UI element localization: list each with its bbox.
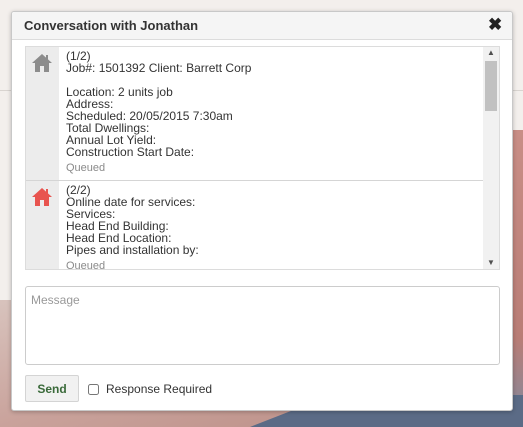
scroll-down-arrow-icon[interactable]: ▼ xyxy=(483,257,499,269)
background-map-edge xyxy=(512,130,523,427)
message-item: (2/2) Online date for services: Services… xyxy=(26,181,484,269)
message-body: (1/2) Job#: 1501392 Client: Barrett Corp… xyxy=(66,50,480,174)
close-icon[interactable]: ✖ xyxy=(488,16,502,34)
conversation-dialog: Conversation with Jonathan ✖ (1/2) Job#:… xyxy=(11,11,513,411)
message-input[interactable] xyxy=(25,286,500,365)
message-line: Online date for services: xyxy=(66,195,196,209)
dialog-header: Conversation with Jonathan ✖ xyxy=(12,12,512,40)
scroll-up-arrow-icon[interactable]: ▲ xyxy=(483,47,499,59)
dialog-title: Conversation with Jonathan xyxy=(24,18,199,33)
message-line: Pipes and installation by: xyxy=(66,243,199,257)
message-item: (1/2) Job#: 1501392 Client: Barrett Corp… xyxy=(26,47,484,181)
home-icon xyxy=(32,54,52,72)
message-status: Queued xyxy=(66,162,106,174)
message-body: (2/2) Online date for services: Services… xyxy=(66,184,480,270)
message-line: Job#: 1501392 Client: Barrett Corp xyxy=(66,61,252,75)
message-line: Construction Start Date: xyxy=(66,145,195,159)
home-icon xyxy=(32,188,52,206)
message-icon-column xyxy=(26,181,59,269)
response-required-toggle[interactable]: Response Required xyxy=(88,380,212,398)
conversation-thread[interactable]: (1/2) Job#: 1501392 Client: Barrett Corp… xyxy=(25,46,500,270)
vertical-scrollbar[interactable]: ▲ ▼ xyxy=(483,47,499,269)
response-required-label: Response Required xyxy=(106,382,213,396)
response-required-checkbox[interactable] xyxy=(88,383,99,395)
send-button[interactable]: Send xyxy=(25,375,79,402)
scroll-thumb[interactable] xyxy=(485,61,497,111)
message-status: Queued xyxy=(66,260,106,270)
message-list: (1/2) Job#: 1501392 Client: Barrett Corp… xyxy=(26,47,484,269)
message-line: Location: 2 units job xyxy=(66,85,173,99)
message-icon-column xyxy=(26,47,59,180)
